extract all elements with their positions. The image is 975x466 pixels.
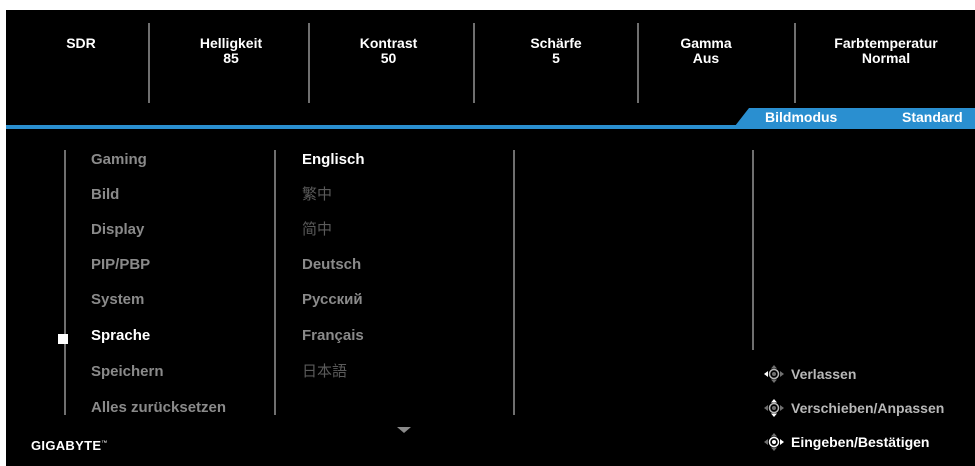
menu-item-sprache[interactable]: Sprache: [91, 328, 150, 344]
osd-panel: SDR Helligkeit 85 Kontrast 50 Schärfe 5 …: [6, 10, 975, 466]
language-option-japanese[interactable]: 日本語: [302, 364, 347, 380]
stat-sharpness-value: 5: [552, 50, 560, 66]
divider: [148, 23, 150, 103]
menu-item-system[interactable]: System: [91, 292, 144, 308]
menu-item-speichern[interactable]: Speichern: [91, 364, 164, 380]
language-option-traditional-chinese[interactable]: 繁中: [302, 187, 332, 203]
stat-gamma-value: Aus: [692, 50, 720, 66]
language-option-francais[interactable]: Français: [302, 328, 364, 344]
menu-item-pip-pbp[interactable]: PIP/PBP: [91, 257, 150, 273]
hint-exit-label: Verlassen: [791, 366, 857, 382]
stat-color-temperature: Farbtemperatur Normal: [806, 36, 966, 66]
divider: [794, 23, 796, 103]
hint-move-adjust-label: Verschieben/Anpassen: [791, 400, 945, 416]
stat-brightness: Helligkeit 85: [171, 36, 291, 66]
stat-brightness-label: Helligkeit: [199, 35, 263, 51]
stat-contrast-value: 50: [380, 50, 397, 66]
joystick-press-icon: [764, 433, 784, 451]
accent-bar: [6, 125, 975, 129]
stat-color-temperature-value: Normal: [861, 50, 911, 66]
menu-item-display[interactable]: Display: [91, 222, 144, 238]
menu-item-reset-all[interactable]: Alles zurücksetzen: [91, 400, 226, 416]
stat-sharpness: Schärfe 5: [501, 36, 611, 66]
logo-tm: ™: [101, 440, 108, 447]
divider: [64, 150, 66, 415]
picture-mode-value: Standard: [902, 109, 963, 125]
divider: [308, 23, 310, 103]
picture-mode-label: Bildmodus: [765, 109, 838, 125]
picture-mode-tab: Bildmodus Standard: [735, 108, 975, 126]
divider: [752, 150, 754, 350]
stat-sdr: SDR: [56, 36, 106, 51]
joystick-updown-icon: [764, 399, 784, 417]
selection-marker: [58, 334, 68, 344]
stat-contrast-label: Kontrast: [359, 35, 418, 51]
stat-contrast: Kontrast 50: [331, 36, 446, 66]
stat-gamma: Gamma Aus: [656, 36, 756, 66]
divider: [513, 150, 515, 415]
stat-brightness-value: 85: [223, 50, 239, 66]
stat-sharpness-label: Schärfe: [530, 35, 582, 51]
stat-sdr-label: SDR: [66, 35, 96, 51]
logo-text: GIGABYTE: [31, 438, 102, 453]
hint-enter-confirm-label: Eingeben/Bestätigen: [791, 434, 930, 450]
language-option-russian[interactable]: Русский: [302, 292, 363, 308]
stat-color-temperature-label: Farbtemperatur: [834, 35, 938, 51]
stat-gamma-label: Gamma: [680, 35, 732, 51]
menu-item-gaming[interactable]: Gaming: [91, 152, 147, 168]
divider: [637, 23, 639, 103]
menu-item-bild[interactable]: Bild: [91, 187, 119, 203]
language-option-deutsch[interactable]: Deutsch: [302, 257, 361, 273]
joystick-left-icon: [764, 365, 784, 383]
divider: [473, 23, 475, 103]
gigabyte-logo: GIGABYTE™: [31, 438, 108, 453]
scroll-down-arrow-icon[interactable]: [397, 427, 411, 433]
divider: [274, 150, 276, 415]
language-option-simplified-chinese[interactable]: 简中: [302, 222, 332, 238]
language-option-englisch[interactable]: Englisch: [302, 152, 365, 168]
